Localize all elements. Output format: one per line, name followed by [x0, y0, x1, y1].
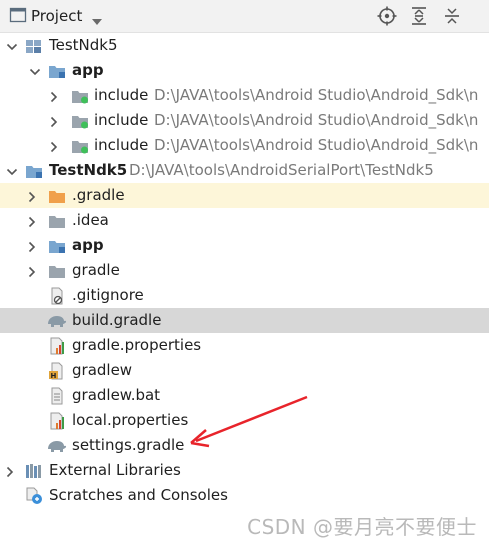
gradle-elephant-icon	[46, 437, 67, 455]
tree-row-app-module[interactable]: app	[0, 58, 489, 83]
tree-row-label: External Libraries	[49, 461, 181, 479]
tree-row-label: .gradle	[72, 186, 125, 204]
tree-row-gradle-properties[interactable]: gradle.properties	[0, 333, 489, 358]
gradle-elephant-icon	[46, 312, 67, 330]
libraries-icon	[25, 462, 43, 480]
tree-row-gradlew-bat[interactable]: gradlew.bat	[0, 383, 489, 408]
tree-row-testndk5-project[interactable]: TestNdk5 D:\JAVA\tools\AndroidSerialPort…	[0, 158, 489, 183]
tree-row-external-libraries[interactable]: External Libraries	[0, 458, 489, 483]
properties-file-icon	[48, 412, 66, 430]
tree-row-path: D:\JAVA\tools\Android Studio\Android_Sdk…	[154, 86, 479, 104]
tree-row-label: build.gradle	[72, 311, 162, 329]
tree-row-testndk5-root[interactable]: TestNdk5	[0, 33, 489, 58]
chevron-right-icon[interactable]	[4, 464, 16, 478]
tree-row-gitignore[interactable]: .gitignore	[0, 283, 489, 308]
tree-row-label: gradle	[72, 261, 120, 279]
tree-row-label: Scratches and Consoles	[49, 486, 228, 504]
tree-row-label: gradlew.bat	[72, 386, 161, 404]
properties-file-icon	[48, 337, 66, 355]
tree-row-label: TestNdk5	[49, 161, 128, 179]
tree-row-label: include	[94, 86, 149, 104]
chevron-down-icon[interactable]	[6, 39, 18, 51]
chevron-right-icon[interactable]	[26, 189, 38, 203]
project-toolbar: Project	[0, 0, 489, 33]
scratches-icon	[25, 487, 43, 505]
tree-row-include[interactable]: include D:\JAVA\tools\Android Studio\And…	[0, 133, 489, 158]
tree-row-app-folder[interactable]: app	[0, 233, 489, 258]
tree-row-dot-gradle[interactable]: .gradle	[0, 183, 489, 208]
project-folder-icon	[25, 162, 43, 180]
chevron-right-icon[interactable]	[48, 139, 60, 153]
shell-script-icon: H	[48, 362, 66, 380]
module-group-icon	[25, 37, 43, 55]
collapse-all-icon[interactable]	[443, 6, 461, 30]
tree-row-include[interactable]: include D:\JAVA\tools\Android Studio\And…	[0, 108, 489, 133]
dropdown-caret-icon[interactable]	[91, 11, 103, 30]
locate-icon[interactable]	[377, 6, 397, 30]
folder-icon	[48, 212, 66, 230]
chevron-right-icon[interactable]	[48, 89, 60, 103]
tree-row-label: include	[94, 136, 149, 154]
tree-row-local-properties[interactable]: local.properties	[0, 408, 489, 433]
tree-row-dot-idea[interactable]: .idea	[0, 208, 489, 233]
tree-row-label: local.properties	[72, 411, 189, 429]
project-view-icon[interactable]	[9, 6, 27, 28]
expand-all-icon[interactable]	[410, 6, 428, 30]
tree-row-path: D:\JAVA\tools\Android Studio\Android_Sdk…	[154, 136, 479, 154]
text-file-icon	[48, 387, 66, 405]
include-folder-icon	[71, 87, 89, 105]
chevron-right-icon[interactable]	[26, 239, 38, 253]
ignore-file-icon	[48, 287, 66, 305]
chevron-right-icon[interactable]	[48, 114, 60, 128]
tree-row-label: .idea	[72, 211, 109, 229]
svg-text:H: H	[51, 372, 57, 380]
tree-row-build-gradle[interactable]: build.gradle	[0, 308, 489, 333]
tree-row-path: D:\JAVA\tools\Android Studio\Android_Sdk…	[154, 111, 479, 129]
project-view-title[interactable]: Project	[31, 7, 82, 25]
chevron-right-icon[interactable]	[26, 214, 38, 228]
include-folder-icon	[71, 137, 89, 155]
chevron-down-icon[interactable]	[6, 164, 18, 176]
watermark-text: CSDN @要月亮不要便士	[247, 515, 477, 539]
module-folder-icon	[48, 237, 66, 255]
tree-row-label: settings.gradle	[72, 436, 185, 454]
excluded-folder-icon	[48, 187, 66, 205]
tree-row-gradlew[interactable]: H gradlew	[0, 358, 489, 383]
tree-row-label: app	[72, 61, 104, 79]
tree-row-include[interactable]: include D:\JAVA\tools\Android Studio\And…	[0, 83, 489, 108]
tree-row-path: D:\JAVA\tools\AndroidSerialPort\TestNdk5	[129, 161, 434, 179]
chevron-down-icon[interactable]	[29, 64, 41, 76]
chevron-right-icon[interactable]	[26, 264, 38, 278]
module-folder-icon	[48, 62, 66, 80]
tree-row-label: gradlew	[72, 361, 133, 379]
tree-row-label: .gitignore	[72, 286, 144, 304]
include-folder-icon	[71, 112, 89, 130]
tree-row-label: TestNdk5	[49, 36, 118, 54]
tree-row-label: include	[94, 111, 149, 129]
folder-icon	[48, 262, 66, 280]
tree-row-gradle-folder[interactable]: gradle	[0, 258, 489, 283]
tree-row-scratches-and-consoles[interactable]: Scratches and Consoles	[0, 483, 489, 508]
tree-row-settings-gradle[interactable]: settings.gradle	[0, 433, 489, 458]
tree-row-label: app	[72, 236, 104, 254]
tree-row-label: gradle.properties	[72, 336, 202, 354]
